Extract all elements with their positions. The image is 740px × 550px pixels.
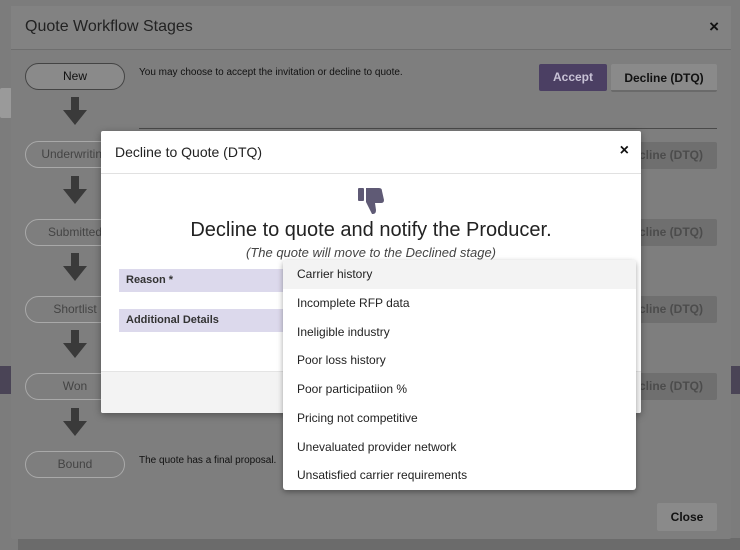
stage-divider (139, 128, 717, 129)
arrow-down-icon (63, 408, 87, 436)
dtq-modal-header: Decline to Quote (DTQ) × (101, 131, 641, 174)
workflow-close-icon[interactable]: × (709, 17, 719, 37)
dropdown-option[interactable]: Poor loss history (283, 346, 636, 375)
dropdown-option[interactable]: Incomplete RFP data (283, 289, 636, 318)
reason-label: Reason * (119, 269, 289, 292)
workflow-modal-header: Quote Workflow Stages × (11, 6, 731, 50)
arrow-down-icon (63, 253, 87, 281)
dropdown-option[interactable]: Carrier history (283, 260, 636, 289)
dropdown-option[interactable]: Unevaluated provider network (283, 433, 636, 462)
thumbs-down-icon (358, 188, 384, 214)
reason-dropdown-list[interactable]: Carrier history Incomplete RFP data Inel… (283, 260, 636, 490)
dropdown-option[interactable]: Poor participatiion % (283, 375, 636, 404)
background-footer (18, 538, 740, 550)
accept-button[interactable]: Accept (539, 64, 607, 91)
dropdown-option[interactable]: Unsatisfied carrier requirements (283, 461, 636, 490)
arrow-down-icon (63, 330, 87, 358)
stage-new: New (25, 63, 125, 90)
dtq-subline: (The quote will move to the Declined sta… (245, 245, 496, 260)
dropdown-option[interactable]: Pricing not competitive (283, 404, 636, 433)
arrow-down-icon (63, 176, 87, 204)
stage-bound: Bound (25, 451, 125, 478)
dtq-close-icon[interactable]: × (620, 142, 629, 160)
additional-details-label: Additional Details (119, 309, 289, 332)
workflow-modal-title: Quote Workflow Stages (25, 18, 193, 35)
dtq-modal-title: Decline to Quote (DTQ) (115, 144, 263, 160)
close-button[interactable]: Close (657, 503, 717, 531)
new-stage-description: You may choose to accept the invitation … (139, 67, 403, 78)
dropdown-option[interactable]: Ineligible industry (283, 318, 636, 347)
dtq-headline: Decline to quote and notify the Producer… (190, 219, 552, 241)
decline-dtq-button[interactable]: Decline (DTQ) (611, 64, 717, 92)
arrow-down-icon (63, 97, 87, 125)
bound-stage-description: The quote has a final proposal. (139, 455, 277, 466)
